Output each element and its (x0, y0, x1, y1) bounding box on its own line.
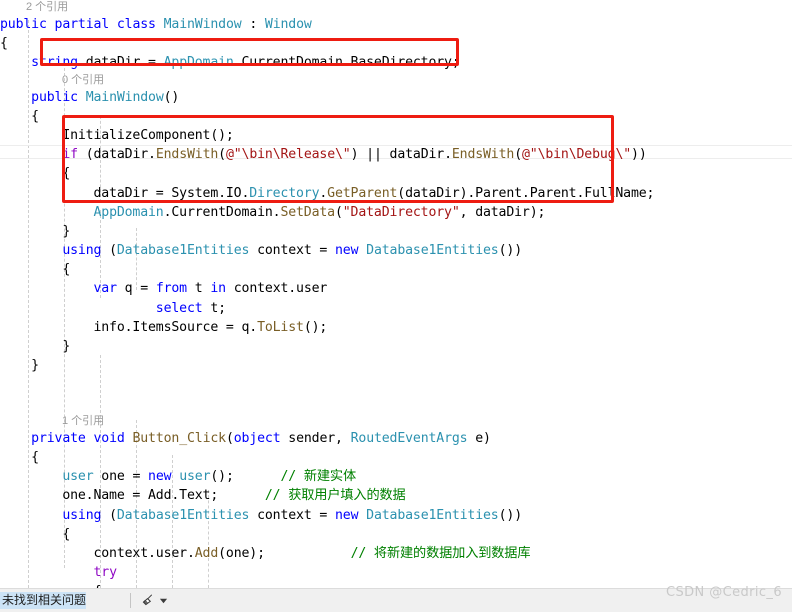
code-line: } (0, 339, 71, 354)
code-line: dataDir = System.IO.Directory.GetParent(… (0, 185, 655, 201)
codelens-button-click-refs[interactable]: 1 个引用 (0, 414, 792, 429)
chevron-down-icon[interactable] (159, 596, 168, 605)
code-editor[interactable]: 2 个引用 public partial class MainWindow : … (0, 0, 792, 588)
code-line: InitializeComponent(); (0, 127, 234, 143)
code-line: { (0, 108, 39, 124)
code-line: context.user.Add(one); // 将新建的数据加入到数据库 (0, 545, 531, 561)
status-divider (130, 593, 132, 608)
code-line: info.ItemsSource = q.ToList(); (0, 319, 328, 335)
code-line: AppDomain.CurrentDomain.SetData("DataDir… (93, 204, 546, 220)
code-line: var q = from t in context.user (93, 281, 328, 297)
broom-dropdown[interactable] (141, 593, 168, 608)
code-line: private void Button_Click(object sender,… (31, 430, 491, 446)
code-line: { (0, 449, 39, 465)
code-line: if (dataDir.EndsWith(@"\bin\Release\") |… (62, 147, 647, 163)
code-line: string dataDir = AppDomain.CurrentDomain… (31, 55, 460, 71)
code-line: { (0, 36, 8, 52)
code-line: { (0, 262, 71, 278)
code-line: { (0, 526, 71, 542)
code-line: public MainWindow() (31, 89, 180, 105)
code-line: one.Name = Add.Text; // 获取用户填入的数据 (0, 488, 406, 504)
code-line: } (0, 358, 39, 374)
watermark: CSDN @Cedric_6 (666, 585, 782, 600)
code-line: using (Database1Entities context = new D… (62, 507, 522, 523)
status-message: 未找到相关问题 (0, 592, 87, 609)
code-line: select t; (155, 300, 226, 316)
code-text[interactable]: 2 个引用 public partial class MainWindow : … (0, 0, 792, 588)
code-line: using (Database1Entities context = new D… (62, 243, 522, 259)
code-line: public partial class MainWindow : Window (0, 17, 312, 32)
code-line: try (93, 565, 117, 581)
codelens-ctor-refs[interactable]: 0 个引用 (0, 73, 792, 88)
code-line: { (0, 166, 71, 182)
code-line: user one = new user(); // 新建实体 (62, 469, 357, 485)
code-line: } (0, 223, 71, 239)
broom-icon[interactable] (141, 593, 156, 608)
codelens-class-refs[interactable]: 2 个引用 (0, 0, 792, 15)
